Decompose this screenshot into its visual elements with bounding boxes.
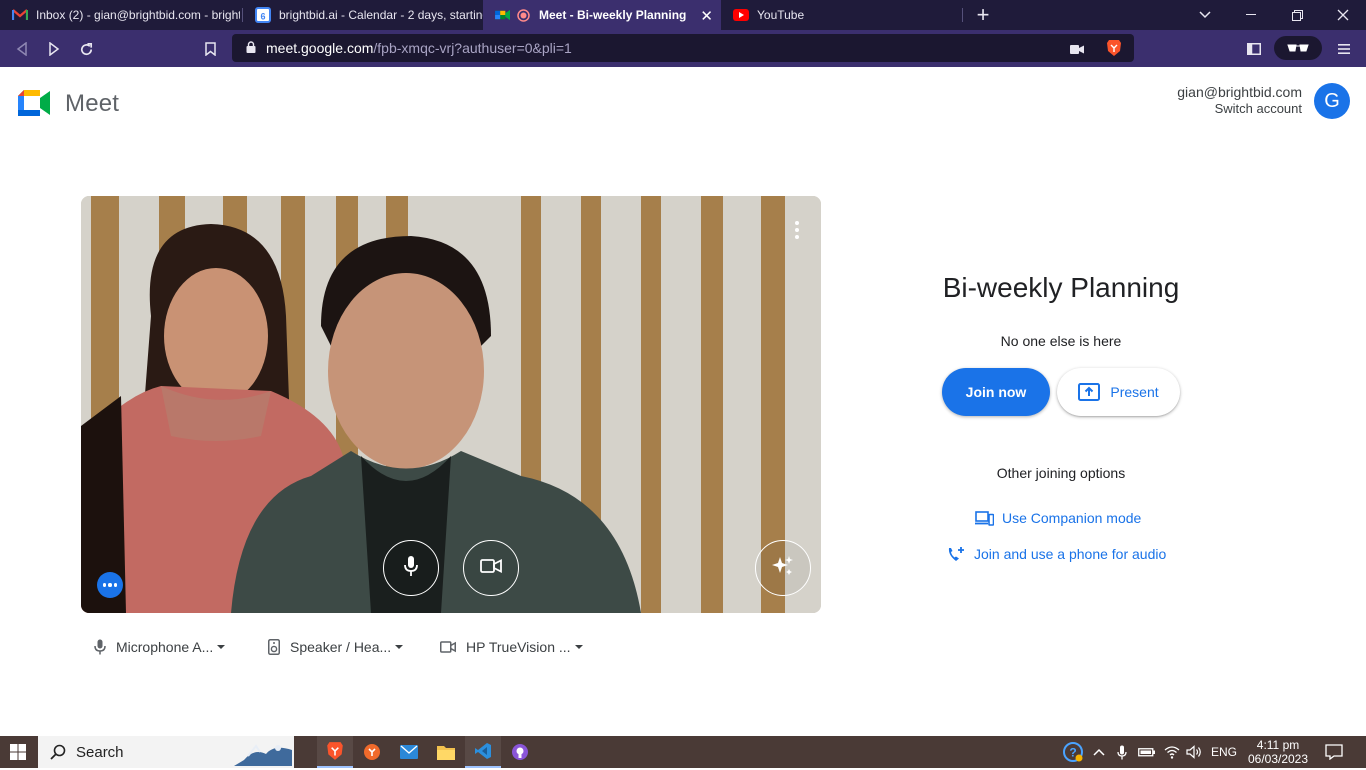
chevron-down-icon — [395, 645, 404, 649]
close-tab-icon[interactable]: ✕ — [700, 7, 713, 25]
taskbar-search-box[interactable]: Search — [38, 736, 294, 768]
file-explorer-icon[interactable] — [428, 736, 464, 768]
wifi-icon[interactable] — [1162, 736, 1182, 768]
search-label: Search — [76, 743, 124, 761]
help-icon[interactable]: ? — [1060, 736, 1086, 768]
recording-indicator-icon — [515, 7, 531, 23]
restore-button[interactable] — [1274, 0, 1320, 30]
tab-title: Inbox (2) - gian@brightbid.com - brightb… — [36, 8, 240, 22]
mail-icon[interactable] — [391, 736, 427, 768]
join-now-button[interactable]: Join now — [942, 368, 1050, 416]
camera-selector[interactable]: HP TrueVision ... — [440, 636, 583, 658]
brave-nightly-icon[interactable] — [354, 736, 390, 768]
companion-mode-link[interactable]: Use Companion mode — [975, 508, 1141, 528]
video-options-icon[interactable] — [785, 216, 809, 244]
menu-icon[interactable] — [1334, 39, 1354, 59]
companion-mode-label: Use Companion mode — [1002, 510, 1142, 526]
gmail-icon — [12, 7, 28, 23]
toggle-microphone-button[interactable] — [383, 540, 439, 596]
url-bar[interactable]: meet.google.com/fpb-xmqc-vrj?authuser=0&… — [232, 34, 1134, 62]
phone-audio-label: Join and use a phone for audio — [974, 546, 1167, 562]
present-screen-icon — [1078, 383, 1101, 401]
lock-icon — [246, 40, 256, 56]
tab-youtube[interactable]: YouTube — [721, 0, 961, 30]
more-options-dots-icon[interactable] — [97, 572, 123, 598]
minimize-button[interactable] — [1228, 0, 1274, 30]
close-window-button[interactable] — [1320, 0, 1366, 30]
account-email: gian@brightbid.com — [1177, 84, 1302, 100]
microphone-icon — [403, 555, 419, 582]
url-host: meet.google.com — [266, 40, 374, 56]
sidebar-toggle-icon[interactable] — [1244, 39, 1264, 59]
meeting-title: Bi-weekly Planning — [942, 272, 1180, 303]
volume-icon[interactable] — [1184, 736, 1206, 768]
tab-title: Meet - Bi-weekly Planning — [539, 8, 687, 22]
other-joining-options-title: Other joining options — [996, 465, 1126, 481]
show-hidden-icons-chevron-icon[interactable] — [1090, 736, 1108, 768]
search-highlight-image — [234, 738, 292, 770]
microphone-name: Microphone A... — [116, 639, 214, 655]
video-preview — [81, 196, 821, 613]
tab-title: YouTube — [757, 8, 805, 22]
meet-icon — [495, 7, 511, 23]
bookmark-icon[interactable] — [200, 39, 220, 59]
sparkle-icon — [771, 554, 795, 583]
private-window-icon[interactable] — [1274, 36, 1322, 60]
camera-name: HP TrueVision ... — [466, 639, 571, 655]
chevron-down-icon — [217, 645, 226, 649]
forward-icon[interactable] — [44, 39, 64, 59]
avatar[interactable]: G — [1314, 83, 1350, 119]
clock-time: 4:11 pm — [1256, 738, 1300, 752]
visual-effects-button[interactable] — [755, 540, 811, 596]
input-language[interactable]: ENG — [1208, 736, 1240, 768]
camera-feed-image — [81, 196, 821, 613]
chevron-down-icon — [574, 645, 583, 649]
tab-gmail[interactable]: Inbox (2) - gian@brightbid.com - brightb… — [0, 0, 240, 30]
switch-account-link[interactable]: Switch account — [1215, 101, 1302, 116]
microphone-selector[interactable]: Microphone A... — [94, 636, 226, 658]
app-name: Meet — [65, 90, 120, 117]
windows-taskbar: Search ? ENG 4:11 pm 06/03/2023 — [0, 736, 1366, 768]
tab-title: brightbid.ai - Calendar - 2 days, starti… — [279, 8, 483, 22]
present-label: Present — [1110, 384, 1159, 400]
participants-status: No one else is here — [1000, 333, 1122, 349]
url-path: /fpb-xmqc-vrj?authuser=0&pli=1 — [373, 40, 572, 56]
phone-add-icon — [947, 546, 966, 563]
speaker-name: Speaker / Hea... — [290, 639, 392, 655]
browser-tab-strip: Inbox (2) - gian@brightbid.com - brightb… — [0, 0, 1366, 30]
tab-meet[interactable]: Meet - Bi-weekly Planning ✕ — [483, 0, 721, 30]
camera-icon — [480, 558, 502, 579]
windows-start-icon[interactable] — [0, 736, 36, 768]
svg-text:6: 6 — [260, 12, 265, 22]
meet-logo-icon[interactable] — [18, 88, 52, 118]
back-icon[interactable] — [12, 39, 32, 59]
vscode-icon[interactable] — [465, 736, 501, 768]
brave-shields-icon[interactable] — [1106, 39, 1122, 60]
microphone-icon — [94, 639, 106, 655]
phone-audio-link[interactable]: Join and use a phone for audio — [947, 544, 1166, 564]
clock-date: 06/03/2023 — [1247, 752, 1309, 766]
new-tab-button[interactable]: + — [960, 0, 1006, 30]
brave-icon[interactable] — [317, 736, 353, 768]
tab-calendar[interactable]: 6 brightbid.ai - Calendar - 2 days, star… — [243, 0, 483, 30]
companion-devices-icon — [975, 510, 994, 526]
speaker-icon — [268, 639, 280, 655]
system-clock[interactable]: 4:11 pm 06/03/2023 — [1240, 738, 1316, 766]
github-desktop-icon[interactable] — [502, 736, 538, 768]
address-toolbar: meet.google.com/fpb-xmqc-vrj?authuser=0&… — [0, 30, 1366, 67]
camera-in-use-icon[interactable] — [1070, 42, 1084, 58]
notifications-icon[interactable] — [1320, 736, 1348, 768]
tab-list-chevron-icon[interactable] — [1182, 0, 1228, 30]
present-button[interactable]: Present — [1057, 368, 1180, 416]
search-icon — [50, 744, 66, 760]
camera-icon — [440, 641, 456, 653]
speaker-selector[interactable]: Speaker / Hea... — [268, 636, 404, 658]
reload-icon[interactable] — [76, 39, 96, 59]
battery-icon[interactable] — [1136, 736, 1158, 768]
calendar-icon: 6 — [255, 7, 271, 23]
youtube-icon — [733, 7, 749, 23]
toggle-camera-button[interactable] — [463, 540, 519, 596]
microphone-tray-icon[interactable] — [1114, 736, 1130, 768]
